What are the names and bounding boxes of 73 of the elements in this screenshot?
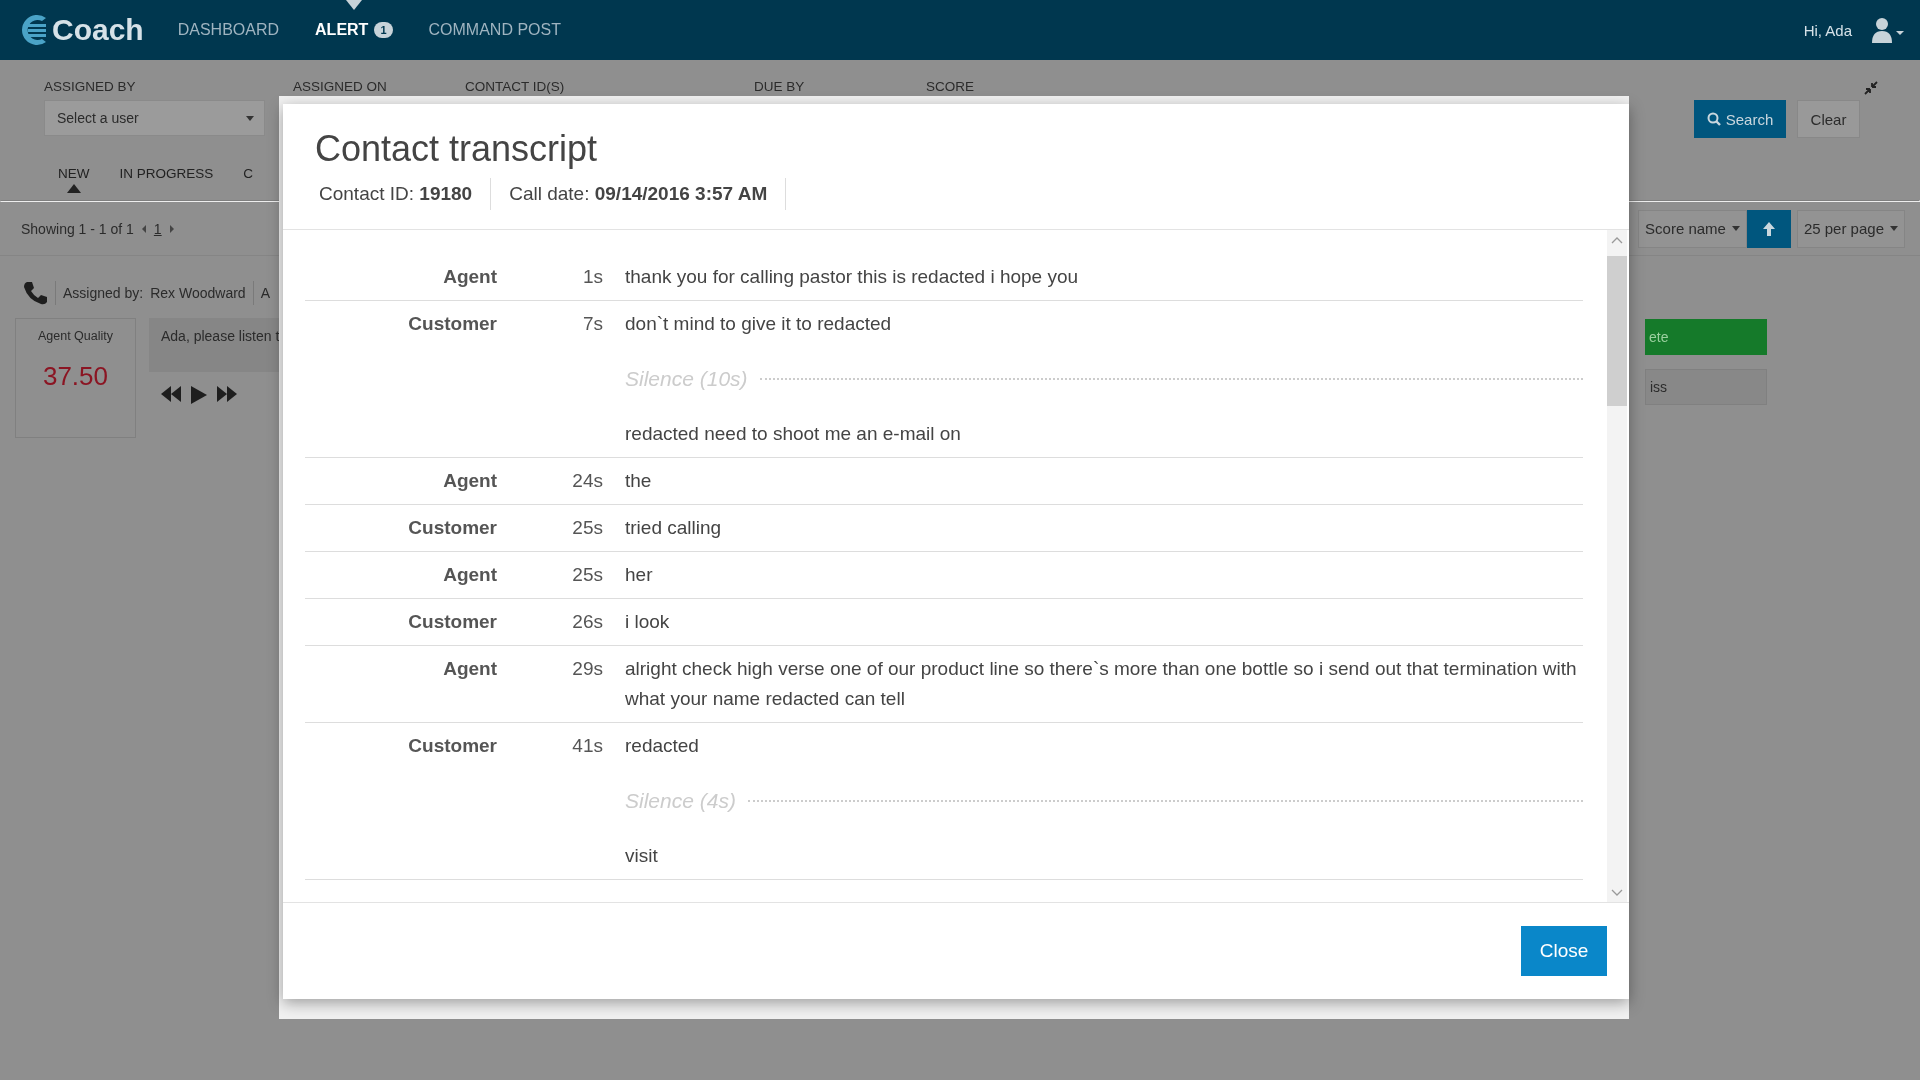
filter-label: CONTACT ID(S): [465, 79, 566, 94]
timestamp: 41s: [571, 734, 603, 758]
play-icon[interactable]: [191, 386, 207, 404]
phone-icon: [22, 280, 48, 306]
transcript-text: thank you for calling pastor this is redacted i hope you: [625, 265, 1080, 289]
timestamp: 29s: [571, 657, 603, 681]
per-page-dropdown[interactable]: 25 per page: [1796, 209, 1905, 248]
nav-tab[interactable]: ALERT 1: [315, 0, 393, 60]
timestamp: 25s: [571, 516, 603, 540]
contact-id-text: Contact ID: 19180: [315, 178, 492, 210]
speaker-label: Customer: [407, 610, 497, 634]
filter-label: ASSIGNED BY: [44, 79, 137, 94]
fast-forward-icon[interactable]: [217, 386, 237, 402]
arrow-up-icon: [1761, 220, 1776, 237]
filter-label: ASSIGNED ON: [293, 79, 388, 94]
transcript-text: i look: [625, 610, 671, 634]
speaker-label: Agent: [442, 657, 497, 681]
timestamp: 1s: [581, 265, 603, 289]
search-button[interactable]: Search: [1694, 100, 1786, 138]
transcript-text: her: [625, 563, 654, 587]
logo-text: Coach: [52, 13, 144, 47]
results-summary: Showing 1 - 1 of 1: [21, 220, 134, 237]
action-button[interactable]: ete: [1645, 319, 1767, 355]
dialog-title: Contact transcript: [315, 128, 599, 170]
score-value: 37.50: [42, 361, 109, 392]
filter-label: SCORE: [926, 79, 974, 94]
status-tab[interactable]: IN PROGRESS: [119, 166, 214, 193]
assigned-by-name: Rex Woodward: [150, 285, 246, 301]
sort-dropdown[interactable]: Score name: [1638, 209, 1747, 248]
timestamp: 24s: [571, 469, 603, 493]
previous-page-icon[interactable]: [141, 224, 146, 233]
speaker-label: Agent: [442, 563, 497, 587]
nav-tab[interactable]: DASHBOARD: [177, 0, 280, 60]
action-button[interactable]: iss: [1645, 369, 1767, 405]
status-tab[interactable]: NEW: [58, 166, 90, 193]
user-avatar-icon[interactable]: [1872, 17, 1904, 43]
scroll-thumb[interactable]: [1607, 256, 1627, 406]
timestamp: 25s: [571, 563, 603, 587]
close-button[interactable]: Close: [1521, 926, 1607, 976]
scroll-down-icon[interactable]: [1611, 889, 1623, 897]
next-page-icon[interactable]: [169, 224, 174, 233]
greeting-text: Hi, Ada: [1803, 21, 1852, 39]
transcript-text: redacted: [625, 734, 700, 758]
transcript-text: visit: [625, 844, 659, 868]
call-date-text: Call date: 09/14/2016 3:57 AM: [491, 178, 787, 210]
collapse-icon[interactable]: [1864, 81, 1878, 95]
score-label: Agent Quality: [37, 329, 113, 343]
timestamp: 7s: [581, 312, 603, 336]
assigned-by-label: Assigned by:: [63, 285, 144, 301]
clear-button[interactable]: Clear: [1797, 100, 1860, 138]
transcript-text: redacted need to shoot me an e-mail on: [625, 422, 962, 446]
nav-tab[interactable]: COMMAND POST: [428, 0, 561, 60]
transcript-text: tried calling: [625, 516, 723, 540]
search-icon: [1706, 112, 1721, 126]
page-link[interactable]: 1: [153, 220, 162, 237]
user-select[interactable]: Select a user: [44, 100, 265, 136]
scrollbar[interactable]: [1607, 230, 1627, 902]
filter-label: DUE BY: [754, 79, 806, 94]
transcript-text: alright check high verse one of our product line so there`s more than one bottle so i send out that termination with what your name redacted can tell: [625, 657, 1578, 711]
timestamp: 26s: [571, 610, 603, 634]
count-badge: 1: [374, 22, 393, 38]
speaker-label: Customer: [407, 734, 497, 758]
assigned-detail-text: A: [260, 285, 270, 301]
speaker-label: Agent: [442, 469, 497, 493]
transcript-text: the: [625, 469, 653, 493]
transcript-text: don`t mind to give it to redacted: [625, 312, 893, 336]
speaker-label: Agent: [442, 265, 497, 289]
sort-direction-button[interactable]: [1746, 209, 1791, 248]
status-tab[interactable]: C: [243, 166, 254, 193]
rewind-icon[interactable]: [161, 386, 181, 402]
speaker-label: Customer: [407, 516, 497, 540]
speaker-label: Customer: [407, 312, 497, 336]
scroll-up-icon[interactable]: [1611, 236, 1623, 244]
